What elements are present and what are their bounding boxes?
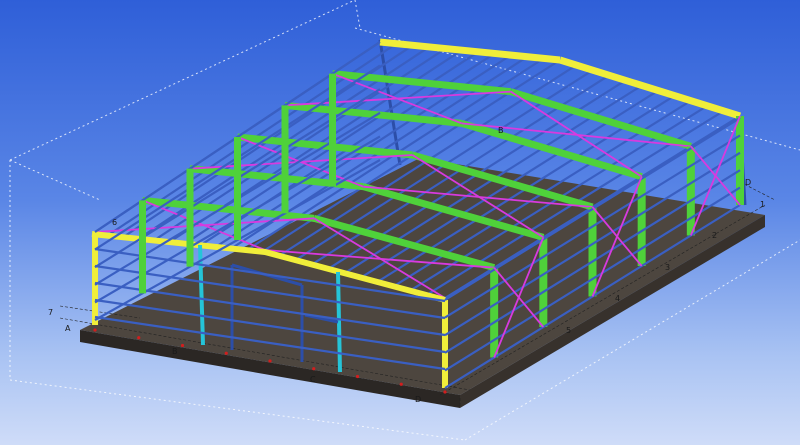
steel-frame-model[interactable]: A B C D D B 1 2 3 4 5 6 7 <box>0 0 800 445</box>
grid-label-3: 3 <box>665 263 670 272</box>
anchor-marker <box>137 336 141 340</box>
grid-label-b: B <box>172 347 178 356</box>
anchor-marker <box>443 390 447 394</box>
grid-label-1: 1 <box>760 200 765 209</box>
anchor-marker <box>93 328 97 332</box>
grid-label-d: D <box>415 395 421 404</box>
anchor-marker <box>180 343 185 348</box>
anchor-marker <box>399 382 403 386</box>
grid-label-c: C <box>310 375 316 384</box>
rafter <box>558 56 742 120</box>
rafter <box>460 119 643 181</box>
grid-label-b-back: B <box>498 126 504 135</box>
grid-label-2: 2 <box>712 231 717 240</box>
model-3d-viewport[interactable]: A B C D D B 1 2 3 4 5 6 7 <box>0 0 800 445</box>
grid-label-6: 6 <box>112 218 117 227</box>
grid-label-4: 4 <box>615 294 620 303</box>
grid-label-d-back: D <box>745 178 751 187</box>
anchor-marker <box>355 374 360 379</box>
anchor-marker <box>224 351 228 355</box>
grid-label-5: 5 <box>566 326 571 335</box>
roof-brace <box>510 90 643 178</box>
anchor-marker <box>268 359 272 363</box>
grid-label-a: A <box>65 324 71 333</box>
anchor-marker <box>312 367 316 371</box>
grid-label-7: 7 <box>48 308 53 317</box>
